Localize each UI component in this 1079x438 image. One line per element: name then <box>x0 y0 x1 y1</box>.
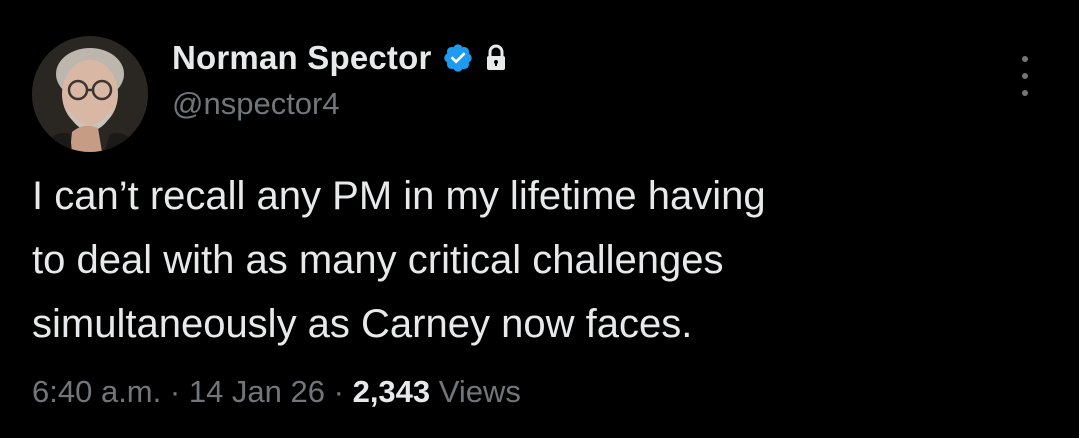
tweet-date[interactable]: 14 Jan 26 <box>189 374 325 409</box>
views-label: Views <box>438 374 521 409</box>
more-dot <box>1022 90 1028 96</box>
tweet-time[interactable]: 6:40 a.m. <box>32 374 161 409</box>
more-options-icon[interactable] <box>1010 56 1040 96</box>
views-count: 2,343 <box>352 374 431 409</box>
tweet-text-line: to deal with as many critical challenges <box>32 238 724 282</box>
tweet-card: Norman Spector @nspector4 I can’t recall… <box>0 0 1079 438</box>
tweet-text-line: I can’t recall any PM in my lifetime hav… <box>32 174 766 218</box>
author-name-row: Norman Spector <box>172 38 508 78</box>
tweet-text-line: simultaneously as Carney now faces. <box>32 302 693 346</box>
meta-separator: · <box>333 374 344 409</box>
avatar[interactable] <box>32 36 148 152</box>
more-dot <box>1022 56 1028 62</box>
author-display-name[interactable]: Norman Spector <box>172 39 432 77</box>
meta-separator: · <box>169 374 181 409</box>
author-handle[interactable]: @nspector4 <box>172 86 340 122</box>
verified-badge-icon[interactable] <box>442 42 474 74</box>
tweet-meta: 6:40 a.m. · 14 Jan 26 · 2,343 Views <box>32 374 521 410</box>
more-dot <box>1022 73 1028 79</box>
tweet-text: I can’t recall any PM in my lifetime hav… <box>32 164 1032 356</box>
lock-icon <box>484 44 508 72</box>
avatar-image <box>32 36 148 152</box>
